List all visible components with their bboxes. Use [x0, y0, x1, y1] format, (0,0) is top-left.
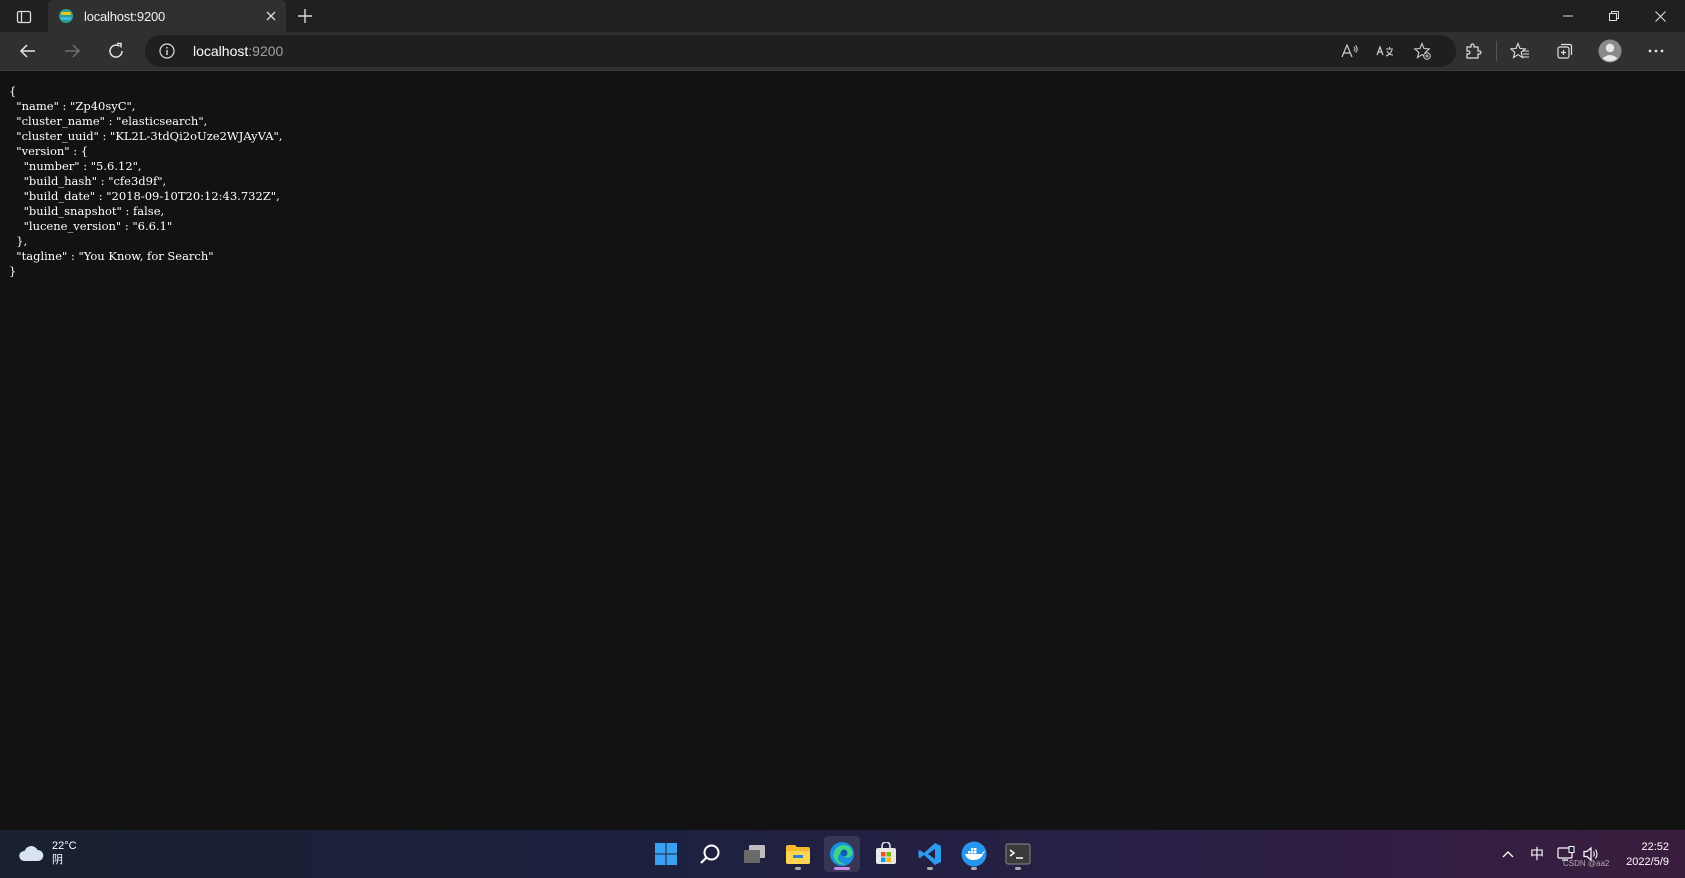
cloud-icon	[19, 846, 44, 861]
running-indicator	[1015, 867, 1021, 870]
vscode-icon	[918, 843, 941, 865]
more-dots-icon	[1648, 49, 1664, 53]
favorites-button[interactable]	[1504, 37, 1536, 65]
tab-actions-icon	[16, 10, 32, 24]
profile-button[interactable]	[1594, 37, 1626, 65]
taskbar-app-file-explorer[interactable]	[780, 836, 816, 872]
weather-widget[interactable]: 22°C 阴	[18, 839, 77, 867]
new-tab-button[interactable]	[294, 5, 316, 27]
docker-whale-icon	[961, 841, 987, 867]
chevron-up-icon	[1502, 851, 1514, 858]
translate-icon	[1376, 45, 1394, 57]
back-button[interactable]	[12, 37, 44, 65]
restore-icon	[1609, 11, 1619, 21]
refresh-button[interactable]	[100, 37, 132, 65]
taskbar-search-button[interactable]	[692, 836, 728, 872]
restore-button[interactable]	[1591, 0, 1637, 32]
elasticsearch-favicon-icon	[59, 9, 73, 23]
tab-strip: localhost:9200	[0, 0, 1685, 32]
running-indicator	[971, 867, 977, 870]
add-favorite-button[interactable]	[1409, 39, 1435, 63]
toolbar-divider	[1496, 41, 1497, 61]
address-bar[interactable]: localhost:9200	[145, 35, 1456, 67]
avatar-icon	[1598, 39, 1622, 63]
taskbar-app-edge[interactable]	[824, 836, 860, 872]
terminal-icon	[1005, 843, 1031, 865]
task-view-button[interactable]	[737, 836, 773, 872]
read-aloud-icon	[1341, 43, 1358, 58]
minimize-icon	[1563, 15, 1573, 17]
tab-actions-button[interactable]	[10, 6, 38, 28]
taskbar: 22°C 阴 中 CSDN @aa2 22:52 2022/5/9	[0, 830, 1685, 878]
refresh-icon	[109, 42, 123, 58]
taskbar-app-vscode[interactable]	[912, 836, 948, 872]
forward-button[interactable]	[56, 37, 88, 65]
close-icon	[266, 11, 276, 21]
plus-icon	[298, 9, 312, 23]
taskbar-app-terminal[interactable]	[1000, 836, 1036, 872]
edge-browser-icon	[830, 842, 854, 866]
active-indicator	[834, 867, 850, 870]
show-hidden-icons-button[interactable]	[1499, 844, 1517, 864]
task-view-icon	[744, 845, 765, 863]
extensions-button[interactable]	[1457, 37, 1489, 65]
minimize-button[interactable]	[1545, 0, 1591, 32]
weather-condition: 阴	[52, 854, 63, 866]
site-info-icon[interactable]	[159, 43, 175, 59]
window-close-button[interactable]	[1637, 0, 1683, 32]
read-aloud-button[interactable]	[1337, 39, 1363, 63]
page-content: { "name" : "Zp40syC", "cluster_name" : "…	[0, 71, 1685, 831]
ime-indicator[interactable]: 中	[1527, 844, 1547, 864]
settings-more-button[interactable]	[1640, 37, 1672, 65]
translate-button[interactable]	[1372, 39, 1398, 63]
puzzle-icon	[1466, 43, 1482, 59]
star-add-icon	[1413, 42, 1431, 60]
running-indicator	[795, 867, 801, 870]
running-indicator	[927, 867, 933, 870]
arrow-left-icon	[19, 44, 35, 58]
clock-date: 2022/5/9	[1626, 856, 1669, 868]
weather-temp: 22°C	[52, 840, 77, 852]
taskbar-app-store[interactable]	[868, 836, 904, 872]
taskbar-app-docker[interactable]	[956, 836, 992, 872]
collections-icon	[1557, 43, 1573, 59]
search-icon	[700, 844, 720, 864]
url-host: localhost	[193, 43, 249, 59]
tab-close-button[interactable]	[262, 7, 280, 25]
url-port: :9200	[248, 43, 284, 59]
browser-tab[interactable]: localhost:9200	[48, 0, 286, 32]
store-bag-icon	[876, 842, 896, 864]
tab-title: localhost:9200	[84, 8, 166, 24]
system-clock[interactable]: 22:52 2022/5/9	[1626, 840, 1669, 870]
arrow-right-icon	[65, 44, 81, 58]
collections-button[interactable]	[1549, 37, 1581, 65]
json-response: { "name" : "Zp40syC", "cluster_name" : "…	[9, 84, 283, 278]
windows-logo-icon	[655, 843, 677, 865]
url-text[interactable]: localhost:9200	[193, 43, 283, 59]
clock-time: 22:52	[1641, 841, 1669, 853]
watermark-text: CSDN @aa2	[1563, 859, 1610, 868]
start-button[interactable]	[648, 836, 684, 872]
favorites-icon	[1510, 42, 1529, 59]
browser-toolbar: localhost:9200	[0, 32, 1685, 71]
folder-icon	[786, 845, 810, 864]
close-icon	[1654, 10, 1666, 22]
